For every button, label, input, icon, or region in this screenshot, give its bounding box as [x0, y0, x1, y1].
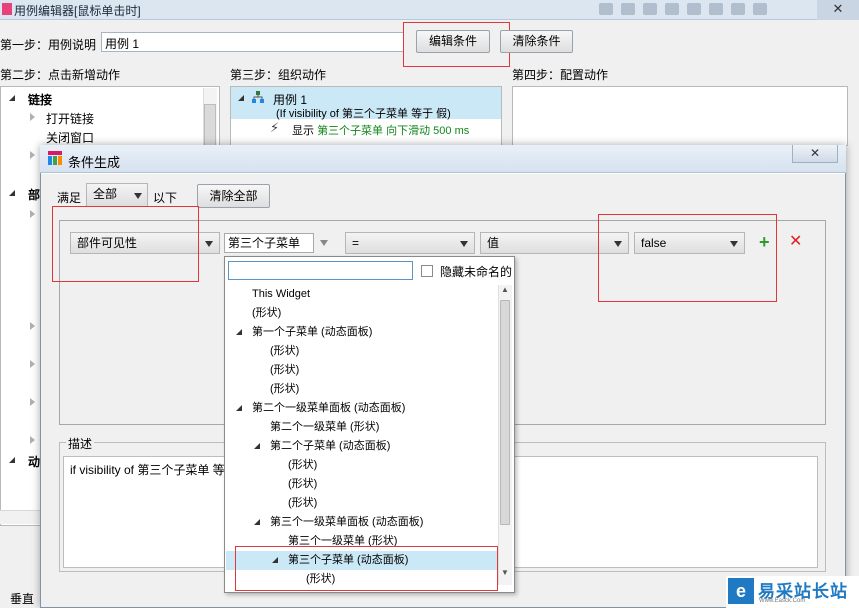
dropdown-search-input[interactable] [228, 261, 413, 280]
collapse-icon[interactable] [30, 113, 35, 121]
collapse-icon[interactable] [30, 436, 35, 444]
dropdown-item[interactable]: (形状) [226, 475, 498, 494]
expand-icon[interactable] [9, 457, 15, 463]
dropdown-item[interactable]: 第三个一级菜单面板 (动态面板) [226, 513, 498, 532]
case-name-input[interactable]: 用例 1 [101, 32, 404, 52]
event-close-window[interactable]: 关闭窗口 [46, 129, 94, 146]
dropdown-item[interactable]: 第一个子菜单 (动态面板) [226, 323, 498, 342]
dropdown-item-label: (形状) [270, 383, 300, 395]
dialog-icon [48, 151, 62, 165]
dropdown-item[interactable]: 第二个一级菜单 (形状) [226, 418, 498, 437]
dialog-titlebar [40, 145, 846, 173]
window-close-button[interactable]: ✕ [817, 0, 859, 20]
chevron-down-icon [205, 241, 213, 247]
collapse-icon[interactable] [30, 360, 35, 368]
collapse-icon[interactable] [30, 151, 35, 159]
value-type-value: 值 [487, 236, 500, 250]
collapse-icon[interactable] [30, 322, 35, 330]
collapse-icon[interactable] [30, 210, 35, 218]
events-group-links[interactable]: 链接 [28, 91, 52, 108]
action-prefix: 显示 [292, 125, 314, 137]
expand-icon[interactable] [236, 329, 242, 335]
clear-condition-button[interactable]: 清除条件 [500, 30, 573, 53]
action-item[interactable]: 显示 第三个子菜单 向下滑动 500 ms [292, 122, 469, 138]
chevron-down-icon[interactable] [320, 240, 328, 246]
dialog-close-button[interactable]: ✕ [792, 145, 838, 163]
vertical-label: 垂直 [10, 592, 35, 606]
expand-icon[interactable] [236, 405, 242, 411]
expand-icon[interactable] [9, 190, 15, 196]
dropdown-item[interactable]: (形状) [226, 342, 498, 361]
below-label: 以下 [153, 191, 178, 205]
scroll-down-icon[interactable]: ▼ [498, 568, 512, 582]
dropdown-item-label: (形状) [270, 345, 300, 357]
dropdown-item-label: 第一个子菜单 (动态面板) [252, 326, 373, 338]
edit-condition-highlight [403, 22, 510, 67]
dropdown-item[interactable]: (形状) [226, 304, 498, 323]
dropdown-list: This Widget (形状) 第一个子菜单 (动态面板) (形状) (形状) (形状)… [226, 285, 498, 585]
brand-watermark: e 易采站长站 Www.Easck.Com [726, 576, 859, 608]
dropdown-item-label: 第二个子菜单 (动态面板) [270, 440, 391, 452]
expand-icon[interactable] [238, 95, 244, 101]
dropdown-item-label: (形状) [288, 497, 318, 509]
property-highlight [52, 206, 199, 282]
scroll-up-icon[interactable]: ▲ [498, 285, 512, 299]
collapse-icon[interactable] [30, 398, 35, 406]
remove-condition-button[interactable]: ✕ [789, 232, 802, 252]
operator-value: = [352, 236, 360, 250]
widget-select[interactable]: 第三个子菜单 [224, 233, 314, 253]
step3-heading: 第三步：组织动作 [230, 68, 327, 82]
dropdown-item[interactable]: This Widget [226, 285, 498, 304]
action-target: 第三个子菜单 向下滑动 500 ms [317, 125, 470, 137]
dropdown-scrollbar-thumb[interactable] [500, 300, 510, 525]
case-condition: (If visibility of 第三个子菜单 等于 假) [276, 108, 451, 120]
dropdown-item-label: (形状) [288, 478, 318, 490]
hide-unnamed-checkbox[interactable] [421, 265, 433, 277]
dropdown-item[interactable]: (形状) [226, 456, 498, 475]
events-group-partial2[interactable]: 动 [28, 453, 40, 470]
brand-url: Www.Easck.Com [759, 598, 806, 604]
case-tree-icon [252, 91, 264, 103]
chevron-down-icon [460, 241, 468, 247]
dropdown-item-label: 第二个一级菜单面板 (动态面板) [252, 402, 406, 414]
dropdown-item-label: This Widget [252, 288, 311, 300]
expand-icon[interactable] [9, 95, 15, 101]
dropdown-item-label: (形状) [288, 459, 318, 471]
step1-label: 第一步：用例说明 [0, 38, 97, 52]
dropdown-item[interactable]: (形状) [226, 494, 498, 513]
dropdown-item-label: (形状) [252, 307, 282, 319]
step2-heading: 第二步：点击新增动作 [0, 68, 121, 82]
clear-all-button[interactable]: 清除全部 [197, 184, 270, 208]
brand-logo: e [728, 578, 754, 604]
lightning-icon: ⚡ [270, 120, 280, 135]
dropdown-item[interactable]: 第二个一级菜单面板 (动态面板) [226, 399, 498, 418]
hide-unnamed-label: 隐藏未命名的 [440, 265, 513, 279]
dropdown-item-label: 第二个一级菜单 (形状) [270, 421, 380, 433]
app-icon [2, 3, 12, 15]
events-group-partial[interactable]: 部 [28, 186, 40, 203]
dropdown-item-label: (形状) [270, 364, 300, 376]
dropdown-item[interactable]: (形状) [226, 380, 498, 399]
config-panel [512, 86, 848, 146]
expand-icon[interactable] [254, 443, 260, 449]
chevron-down-icon [134, 193, 142, 199]
window-title: 用例编辑器[鼠标单击时] [14, 4, 141, 18]
toolbar-icons [599, 3, 819, 17]
dropdown-item[interactable]: (形状) [226, 361, 498, 380]
dropdown-item[interactable]: 第二个子菜单 (动态面板) [226, 437, 498, 456]
expand-icon[interactable] [254, 519, 260, 525]
match-mode-value: 全部 [93, 187, 118, 201]
match-mode-select[interactable]: 全部 [86, 183, 148, 207]
operator-select[interactable]: = [345, 232, 475, 254]
value-highlight [598, 214, 777, 302]
step4-heading: 第四步：配置动作 [512, 68, 609, 82]
event-open-link[interactable]: 打开链接 [46, 110, 94, 127]
dropdown-item-label: 第三个一级菜单面板 (动态面板) [270, 516, 424, 528]
satisfy-label: 满足 [57, 191, 82, 205]
description-label: 描述 [66, 435, 95, 452]
dialog-title: 条件生成 [68, 155, 121, 170]
selected-item-highlight [235, 546, 498, 591]
